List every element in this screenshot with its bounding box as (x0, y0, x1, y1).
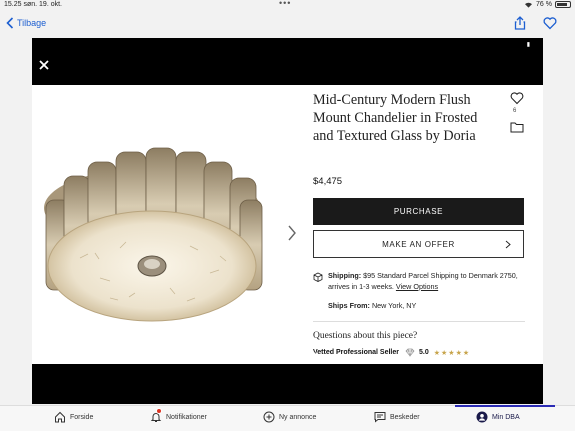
multitask-dots[interactable]: ••• (279, 0, 291, 8)
favorite-count: 6 (513, 108, 517, 114)
tab-label: Notifikationer (166, 413, 207, 421)
tab-forside[interactable]: Forside (54, 411, 93, 423)
star-icon: ★ (462, 349, 470, 357)
rating-stars: ★ ★ ★ ★ ★ (434, 349, 469, 357)
tab-label: Beskeder (390, 413, 420, 421)
make-offer-label: MAKE AN OFFER (382, 239, 455, 249)
message-icon (374, 412, 386, 423)
star-icon: ★ (441, 349, 448, 357)
star-icon: ★ (433, 349, 440, 357)
star-icon: ★ (455, 349, 462, 357)
chevron-left-icon (6, 17, 14, 29)
viewer-top-bar: ▮ (32, 38, 543, 85)
chevron-right-icon (505, 240, 511, 249)
next-image-icon[interactable] (310, 351, 320, 361)
image-pager: 6 / 8 (200, 349, 320, 363)
profile-icon (476, 411, 488, 423)
ships-from: Ships From: New York, NY (328, 301, 416, 310)
seller-rating: Vetted Professional Seller 5.0 ★ ★ ★ ★ ★ (313, 348, 469, 357)
tab-notifikationer[interactable]: Notifikationer (150, 408, 207, 423)
make-offer-button[interactable]: MAKE AN OFFER (313, 230, 524, 258)
status-bar: 15.25 søn. 19. okt. ••• 76 % (0, 0, 575, 10)
status-time: 15.25 søn. 19. okt. (4, 1, 63, 8)
tab-ny-annonce[interactable]: Ny annonce (263, 411, 316, 423)
plus-circle-icon (263, 411, 275, 423)
shipping-label: Shipping: (328, 271, 362, 280)
folder-icon[interactable] (510, 121, 524, 133)
vetted-seller-label: Vetted Professional Seller (313, 349, 399, 356)
favorite-heart-icon[interactable] (510, 91, 524, 105)
tab-label: Ny annonce (279, 413, 317, 421)
product-title: Mid-Century Modern Flush Mount Chandelie… (313, 92, 478, 145)
home-icon (55, 411, 65, 423)
purchase-button[interactable]: PURCHASE (313, 198, 524, 225)
top-dot: ▮ (526, 42, 530, 48)
heart-icon[interactable] (543, 16, 557, 30)
previous-image-icon[interactable] (200, 351, 210, 361)
package-icon (313, 272, 323, 282)
star-icon: ★ (448, 349, 455, 357)
tab-bar: Forside Notifikationer Ny annonce Besked… (0, 405, 575, 431)
status-right: 76 % (524, 1, 571, 8)
tab-label: Min DBA (492, 413, 520, 421)
share-icon[interactable] (513, 16, 527, 30)
ships-from-label: Ships From: (328, 301, 370, 310)
divider (313, 321, 525, 322)
close-icon[interactable] (38, 59, 50, 71)
pager-count: 6 / 8 (252, 351, 268, 361)
shipping-info: Shipping: $95 Standard Parcel Shipping t… (313, 271, 525, 292)
chevron-right-icon[interactable] (286, 223, 298, 243)
diamond-icon (405, 348, 415, 357)
product-image (44, 147, 263, 322)
tab-label: Forside (70, 413, 94, 421)
rating-value: 5.0 (418, 349, 429, 356)
view-options-link[interactable]: View Options (396, 282, 438, 291)
product-price: $4,475 (313, 176, 343, 187)
viewer-bottom-bar (32, 364, 543, 404)
wifi-icon (525, 2, 533, 8)
ships-from-value: New York, NY (371, 301, 417, 310)
notification-badge (156, 408, 162, 414)
battery-icon (555, 1, 571, 8)
active-tab-indicator (455, 405, 555, 407)
navigation-bar: Tilbage (0, 10, 575, 38)
back-button[interactable]: Tilbage (6, 17, 46, 29)
battery-percent: 76 % (536, 1, 552, 8)
back-label: Tilbage (17, 18, 47, 28)
tab-min-dba[interactable]: Min DBA (476, 411, 520, 423)
questions-heading[interactable]: Questions about this piece? (313, 331, 417, 341)
tab-beskeder[interactable]: Beskeder (374, 411, 420, 423)
